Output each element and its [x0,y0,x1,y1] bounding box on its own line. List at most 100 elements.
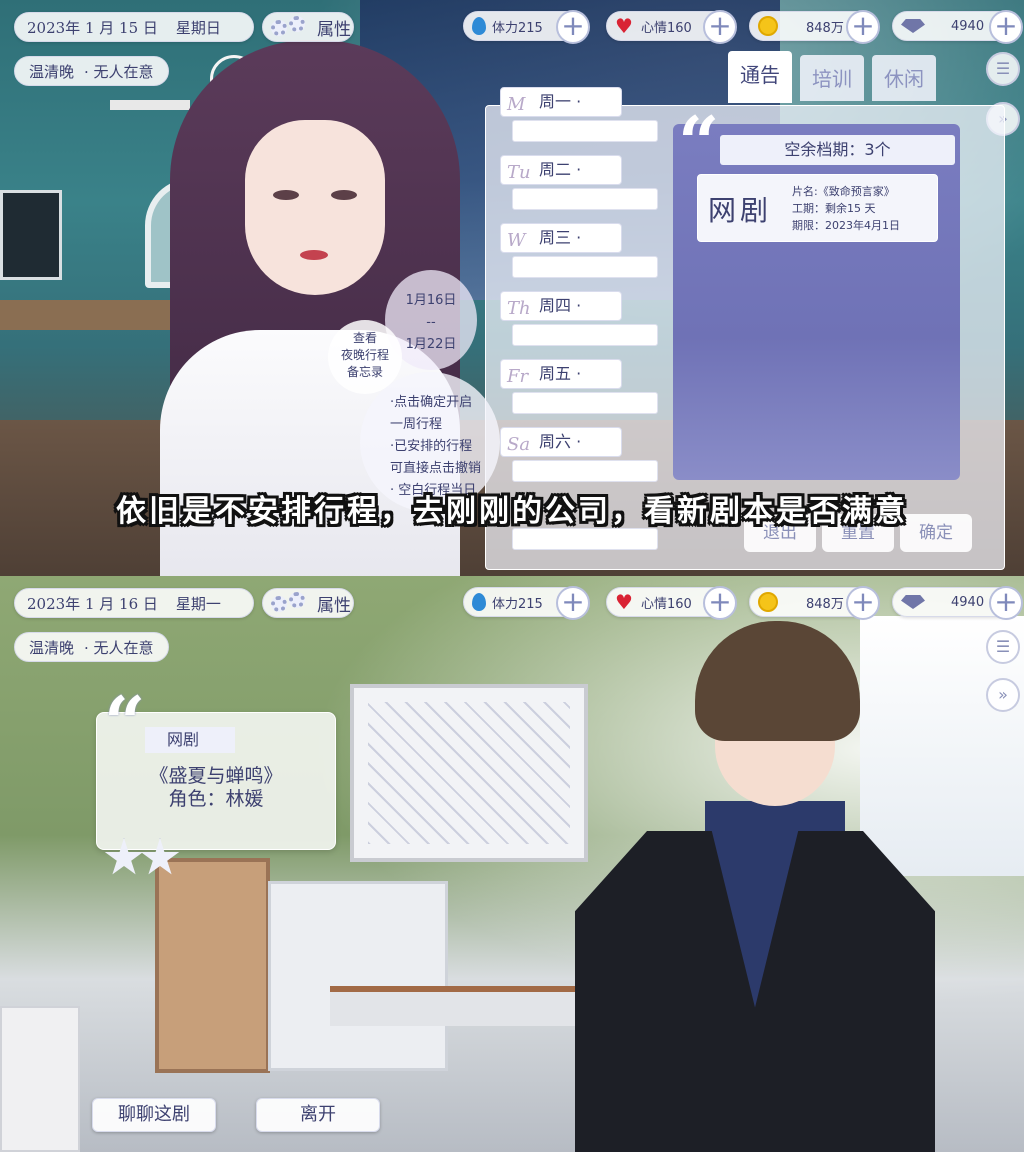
add-coins-button[interactable]: + [846,10,880,44]
player-trait: · 无人在意 [84,62,154,81]
day-slot-thursday[interactable] [512,324,658,346]
day-slot-sunday[interactable] [512,528,658,550]
coin-icon [758,592,778,612]
player-name: 温清晚 [29,638,75,657]
schedule-screen: 2023年 1 月 15 日 星期日 属性 体力215 + ♥ 心情160 + … [0,0,1024,576]
cabinet [0,1006,80,1152]
heart-icon: ♥ [615,14,633,38]
script-role: 角色：林媛 [168,788,264,810]
skip-button[interactable]: » [986,678,1020,712]
video-subtitle: 依旧是不安排行程，去刚刚的公司，看新剧本是否满意 [116,494,908,529]
heart-icon: ♥ [615,590,633,614]
attributes-button[interactable]: 属性 [262,12,354,42]
menu-button[interactable]: ☰ [986,52,1020,86]
attributes-label: 属性 [317,595,351,616]
office-desk [330,986,580,1026]
mood-value: 心情160 [641,20,692,36]
date-text: 2023年 1 月 16 日 [27,594,158,613]
heroine-face [245,120,385,295]
stamina-display: 体力215 + [463,586,590,620]
coin-icon [758,16,778,36]
coins-display: 848万 + [749,10,880,44]
date-display: 2023年 1 月 16 日 星期一 [14,588,254,618]
drama-meta: 片名:《致命预言家》 工期：剩余15 天 期限：2023年4月1日 [792,183,900,234]
player-info: 温清晚 · 无人在意 [14,56,169,86]
drama-period: 工期：剩余15 天 [792,202,876,215]
day-saturday[interactable]: Sa 周六 · [500,427,622,457]
stamina-value: 体力215 [492,596,543,612]
add-stamina-button[interactable]: + [556,10,590,44]
monitor [0,190,62,280]
tab-training[interactable]: 培训 [800,55,864,101]
gems-value: 4940 [951,18,985,34]
vacancy-count: 空余档期：3个 [720,135,955,165]
menu-button[interactable]: ☰ [986,630,1020,664]
player-info: 温清晚 · 无人在意 [14,632,169,662]
script-type: 网剧 [145,727,235,753]
day-wednesday[interactable]: W 周三 · [500,223,622,253]
file-shelf [268,881,448,1071]
player-name: 温清晚 [29,62,75,81]
day-slot-wednesday[interactable] [512,256,658,278]
gems-display: 4940 + [892,10,1023,44]
water-drop-icon [472,17,486,35]
gems-display: 4940 + [892,586,1023,620]
coins-value: 848万 [806,20,844,36]
water-drop-icon [472,593,486,611]
office-screen: 2023年 1 月 16 日 星期一 属性 体力215 + ♥ 心情160 + … [0,576,1024,1152]
category-tabs: 通告 培训 休闲 [728,51,936,103]
male-lead-hair [695,621,860,741]
chat-about-drama-button[interactable]: 聊聊这剧 [92,1098,216,1132]
menu-icon: ☰ [995,59,1011,78]
gear-icon [271,16,313,38]
skip-icon: » [998,685,1008,704]
coins-value: 848万 [806,596,844,612]
tab-announcements[interactable]: 通告 [728,51,792,103]
diamond-icon [901,19,925,33]
add-mood-button[interactable]: + [703,586,737,620]
mood-value: 心情160 [641,596,692,612]
heroine-lips [300,250,328,260]
gear-icon [271,592,313,614]
add-gems-button[interactable]: + [989,10,1023,44]
date-text: 2023年 1 月 15 日 [27,18,158,37]
quote-icon: “ [678,100,720,185]
player-trait: · 无人在意 [84,638,154,657]
menu-icon: ☰ [995,637,1011,656]
week-start: 1月16日 [405,293,457,308]
quote-icon: “ [104,680,146,765]
add-coins-button[interactable]: + [846,586,880,620]
weekday-text: 星期日 [175,18,221,37]
drama-type: 网剧 [708,194,773,227]
tab-leisure[interactable]: 休闲 [872,55,936,101]
drama-offer-card[interactable]: 网剧 片名:《致命预言家》 工期：剩余15 天 期限：2023年4月1日 [697,174,938,242]
weekday-text: 星期一 [175,594,221,613]
date-display: 2023年 1 月 15 日 星期日 [14,12,254,42]
add-gems-button[interactable]: + [989,586,1023,620]
day-slot-friday[interactable] [512,392,658,414]
day-slot-tuesday[interactable] [512,188,658,210]
day-thursday[interactable]: Th 周四 · [500,291,622,321]
diamond-icon [901,595,925,609]
mood-display: ♥ 心情160 + [606,10,737,44]
day-monday[interactable]: M 周一 · [500,87,622,117]
drama-title: 片名:《致命预言家》 [792,185,895,198]
stamina-display: 体力215 + [463,10,590,44]
heroine-eye [273,190,299,200]
attributes-label: 属性 [317,19,351,40]
drama-deadline: 期限：2023年4月1日 [792,219,900,232]
gems-value: 4940 [951,594,985,610]
add-stamina-button[interactable]: + [556,586,590,620]
add-mood-button[interactable]: + [703,10,737,44]
day-slot-saturday[interactable] [512,460,658,482]
sketch-whiteboard [350,684,588,862]
mood-display: ♥ 心情160 + [606,586,737,620]
leave-button[interactable]: 离开 [256,1098,380,1132]
bookshelf [155,858,270,1073]
male-lead-portrait [575,621,935,1152]
coins-display: 848万 + [749,586,880,620]
attributes-button[interactable]: 属性 [262,588,354,618]
day-slot-monday[interactable] [512,120,658,142]
day-friday[interactable]: Fr 周五 · [500,359,622,389]
day-tuesday[interactable]: Tu 周二 · [500,155,622,185]
